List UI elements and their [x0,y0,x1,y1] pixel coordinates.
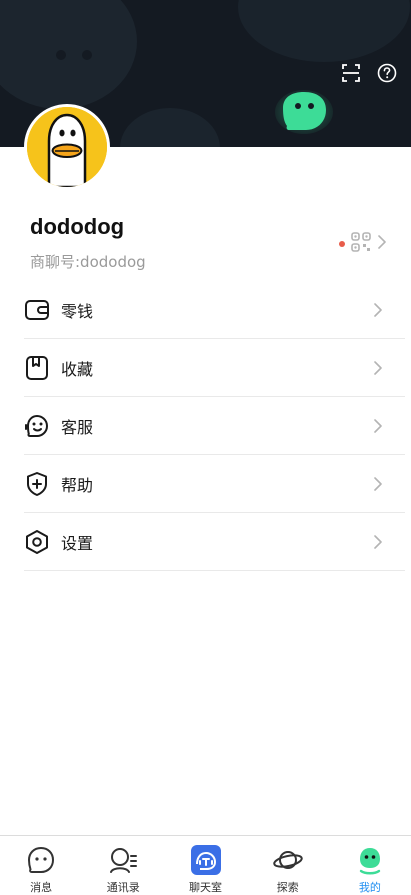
menu-item-help[interactable]: 帮助 [24,455,405,513]
chevron-right-icon [371,301,385,319]
menu-item-label: 设置 [61,533,94,553]
avatar[interactable] [24,104,110,190]
notice-dot [339,241,345,247]
nav-label: 消息 [30,881,53,894]
chevron-right-icon [371,475,385,493]
menu-item-settings[interactable]: 设置 [24,513,405,571]
chevron-right-icon [371,533,385,551]
menu-item-label: 客服 [61,417,94,437]
menu-item-label: 零钱 [61,301,94,321]
nav-item-messages[interactable]: 消息 [0,836,82,895]
me-icon [354,844,386,876]
nav-label: 我的 [358,881,381,894]
nav-label: 探索 [276,881,299,894]
decor-blob [120,108,220,147]
nav-item-contacts[interactable]: 通讯录 [82,836,164,895]
username: dododog [30,214,125,239]
customer-service-icon [24,413,50,439]
chevron-right-icon [377,234,387,254]
decor-blob [238,0,410,62]
nav-label: 聊天室 [189,881,222,894]
menu-item-customer-service[interactable]: 客服 [24,397,405,455]
profile-row[interactable]: dododog 商聊号:dododog [0,200,411,280]
chatroom-icon [190,844,222,876]
contacts-icon [107,844,139,876]
nav-item-chatroom[interactable]: 聊天室 [164,836,246,895]
wallet-icon [24,297,50,323]
mascot-bubble-icon [275,88,333,134]
chevron-right-icon [371,359,385,377]
bottom-nav: 消息 通讯录 聊天室 探索 我的 [0,835,411,895]
nav-item-me[interactable]: 我的 [329,836,411,895]
help-circle-icon[interactable] [377,63,397,83]
planet-icon [272,844,304,876]
chevron-right-icon [371,417,385,435]
menu-list: 零钱 收藏 客服 帮助 设置 [24,281,405,571]
settings-hexagon-icon [24,529,50,555]
bookmark-icon [24,355,50,381]
scan-icon[interactable] [341,63,361,83]
menu-item-wallet[interactable]: 零钱 [24,281,405,339]
menu-item-label: 收藏 [61,359,94,379]
menu-item-favorites[interactable]: 收藏 [24,339,405,397]
nav-item-explore[interactable]: 探索 [247,836,329,895]
qr-code-icon[interactable] [351,232,371,256]
nav-label: 通讯录 [106,881,140,894]
message-icon [25,844,57,876]
user-id: 商聊号:dododog [30,253,146,271]
help-shield-icon [24,471,50,497]
decor-blob [0,0,137,109]
menu-item-label: 帮助 [61,475,94,495]
